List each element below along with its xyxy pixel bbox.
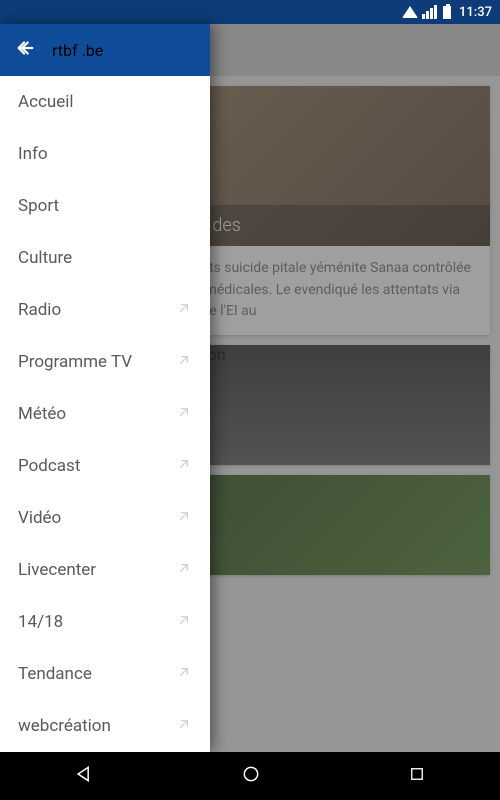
drawer-item[interactable]: Culture <box>0 232 210 284</box>
external-link-icon <box>176 560 192 581</box>
status-time: 11:37 <box>459 5 492 20</box>
external-link-icon <box>176 300 192 321</box>
nav-drawer: rtbf .be Accueil Info Sport Culture Radio Pro… <box>0 24 210 752</box>
drawer-items: Accueil Info Sport Culture Radio Programme TV… <box>0 76 210 752</box>
brand-badge: .be <box>82 41 104 60</box>
external-link-icon <box>176 352 192 373</box>
drawer-item[interactable]: Accueil <box>0 76 210 128</box>
wifi-icon <box>402 6 418 18</box>
drawer-item-label: 14/18 <box>18 612 63 632</box>
drawer-item-label: Info <box>18 144 48 164</box>
drawer-item-label: Podcast <box>18 456 80 476</box>
nav-home-icon[interactable] <box>217 756 285 796</box>
drawer-item[interactable]: Météo <box>0 388 210 440</box>
drawer-item[interactable]: Tendance <box>0 648 210 700</box>
system-navbar <box>0 752 500 800</box>
drawer-item-label: Sport <box>18 196 59 216</box>
nav-recent-icon[interactable] <box>384 757 450 795</box>
drawer-item-label: Tendance <box>18 664 92 684</box>
drawer-item-label: Vidéo <box>18 508 61 528</box>
external-link-icon <box>176 716 192 737</box>
nav-back-icon[interactable] <box>50 756 118 796</box>
drawer-item-label: Programme TV <box>18 352 132 372</box>
drawer-item-label: Accueil <box>18 92 74 112</box>
external-link-icon <box>176 404 192 425</box>
drawer-header: rtbf .be <box>0 24 210 76</box>
drawer-item[interactable]: Livecenter <box>0 544 210 596</box>
battery-icon <box>443 6 451 19</box>
drawer-item[interactable]: Podcast <box>0 440 210 492</box>
drawer-item[interactable]: 14/18 <box>0 596 210 648</box>
drawer-item-label: Radio <box>18 300 61 320</box>
brand-text: rtbf <box>52 41 78 60</box>
drawer-item[interactable]: Sport <box>0 180 210 232</box>
signal-icon <box>422 5 437 19</box>
status-bar: 11:37 <box>0 0 500 24</box>
drawer-item[interactable]: Info <box>0 128 210 180</box>
external-link-icon <box>176 612 192 633</box>
drawer-item-label: Culture <box>18 248 72 268</box>
external-link-icon <box>176 456 192 477</box>
drawer-item[interactable]: Programme TV <box>0 336 210 388</box>
external-link-icon <box>176 508 192 529</box>
drawer-item[interactable]: webcréation <box>0 700 210 752</box>
drawer-item-label: webcréation <box>18 716 111 736</box>
brand-logo: rtbf .be <box>52 41 103 60</box>
drawer-item[interactable]: Radio <box>0 284 210 336</box>
back-arrow-icon[interactable] <box>14 37 36 63</box>
external-link-icon <box>176 664 192 685</box>
drawer-item-label: Livecenter <box>18 560 96 580</box>
drawer-item[interactable]: Vidéo <box>0 492 210 544</box>
drawer-item-label: Météo <box>18 404 66 424</box>
